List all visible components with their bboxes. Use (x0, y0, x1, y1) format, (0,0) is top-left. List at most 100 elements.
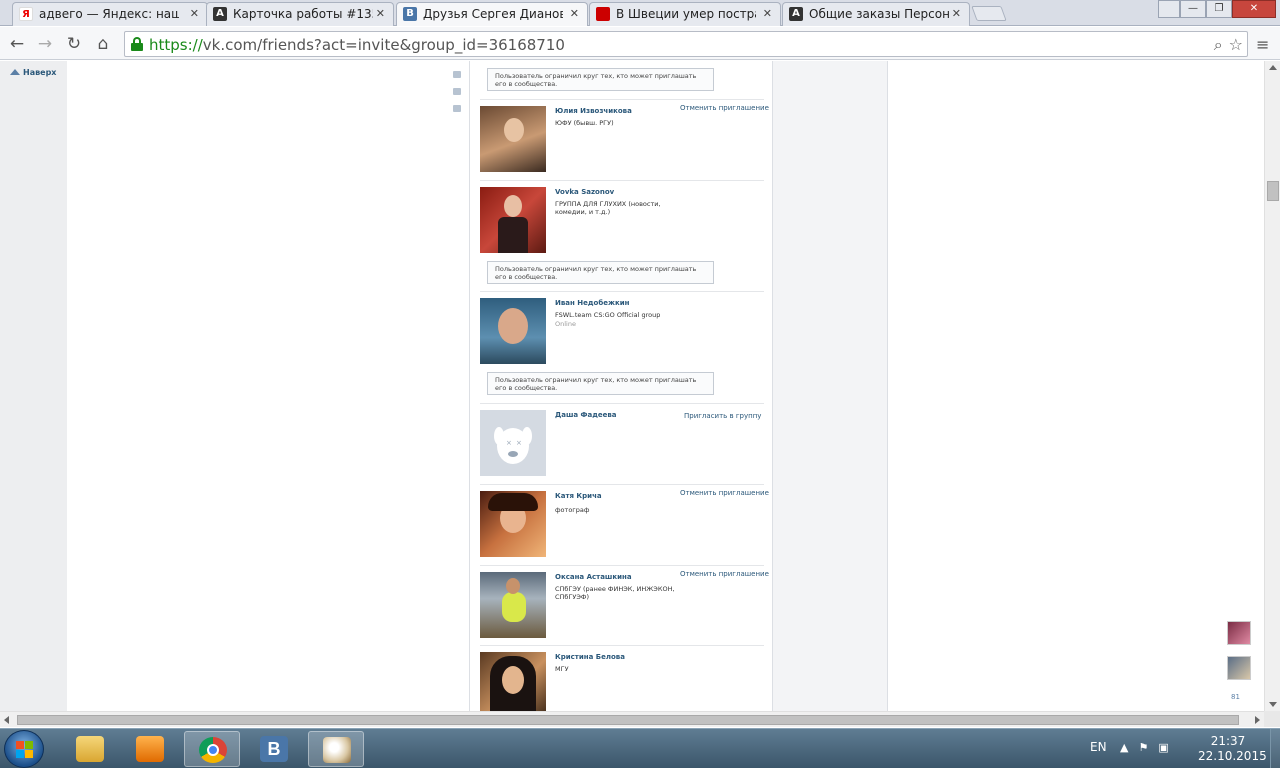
friend-subtitle: FSWL.team CS:GO Official group (555, 311, 661, 319)
friend-subtitle: ГРУППА ДЛЯ ГЛУХИХ (новости, комедии, и т… (555, 200, 661, 216)
taskbar-media-player[interactable] (122, 731, 178, 767)
comment-icon[interactable] (453, 88, 461, 95)
page-viewport: Наверх Пользователь ограничил круг тех, … (0, 61, 1264, 711)
vk-icon: B (260, 736, 288, 762)
friend-name[interactable]: Оксана Асташкина (555, 573, 632, 581)
to-top-gutter[interactable]: Наверх (0, 61, 67, 711)
avatar[interactable] (480, 187, 546, 253)
scroll-right-icon[interactable] (1255, 716, 1260, 724)
to-top-link[interactable]: Наверх (10, 68, 56, 77)
friends-list: Пользователь ограничил круг тех, кто мож… (469, 61, 773, 711)
tab-yandex[interactable]: Я адвего — Яндекс: нашло ✕ (12, 2, 208, 26)
back-button[interactable]: ← (6, 33, 28, 55)
tab-title: адвего — Яндекс: нашло (39, 7, 179, 21)
svg-text:×: × (506, 439, 512, 447)
cancel-invite-link[interactable]: Отменить приглашение (680, 570, 769, 578)
avatar[interactable] (480, 652, 546, 711)
avatar[interactable] (480, 572, 546, 638)
taskbar-paint[interactable] (308, 731, 364, 767)
chat-online-count[interactable]: 81 (1231, 693, 1240, 701)
tray-expand-icon[interactable]: ▲ (1120, 741, 1128, 754)
friend-row: Иван Недобежкин FSWL.team CS:GO Official… (480, 292, 764, 404)
reload-button[interactable]: ↻ (63, 33, 85, 55)
taskbar-explorer[interactable] (62, 731, 118, 767)
horizontal-scrollbar[interactable] (0, 711, 1264, 727)
chat-avatar[interactable] (1227, 656, 1251, 680)
menu-icon[interactable]: ≡ (1256, 35, 1272, 54)
scroll-up-icon[interactable] (1269, 65, 1277, 70)
search-icon[interactable]: ⌕ (1214, 35, 1223, 55)
clock-time: 21:37 (1210, 734, 1246, 748)
friend-row: × × Даша Фадеева Пригласить в группу (480, 404, 764, 485)
restricted-notice: Пользователь ограничил круг тех, кто мож… (487, 68, 714, 91)
windows-logo-icon (16, 741, 34, 759)
close-tab-icon[interactable]: ✕ (570, 7, 579, 20)
avatar[interactable] (480, 106, 546, 172)
browser-toolbar: ← → ↻ ⌂ https://vk.com/friends?act=invit… (0, 27, 1280, 60)
home-button[interactable]: ⌂ (92, 33, 114, 55)
close-tab-icon[interactable]: ✕ (763, 7, 772, 20)
friend-subtitle: ЮФУ (бывш. РГУ) (555, 119, 614, 127)
folder-icon (76, 736, 104, 762)
cancel-invite-link[interactable]: Отменить приглашение (680, 104, 769, 112)
forward-button[interactable]: → (34, 33, 56, 55)
side-icon-column (453, 71, 463, 122)
advego-icon: A (213, 7, 227, 21)
avatar[interactable] (480, 298, 546, 364)
show-desktop-button[interactable] (1270, 729, 1280, 768)
window-controls: — ❐ ✕ (1158, 0, 1276, 18)
message-icon[interactable] (453, 71, 461, 78)
invite-to-group-link[interactable]: Пригласить в группу (684, 412, 761, 420)
network-icon[interactable]: ▣ (1158, 741, 1168, 754)
browser-tabstrip: Я адвего — Яндекс: нашло ✕ A Карточка ра… (0, 0, 1280, 26)
vertical-scrollbar[interactable] (1264, 61, 1280, 711)
media-player-icon (136, 736, 164, 762)
close-window-button[interactable]: ✕ (1232, 0, 1276, 18)
paint-icon (323, 737, 351, 763)
friend-name[interactable]: Юлия Извозчикова (555, 107, 632, 115)
scroll-thumb[interactable] (17, 715, 1239, 725)
settings-icon[interactable] (453, 105, 461, 112)
system-tray: ▲ ⚑ ▣ (1120, 741, 1169, 754)
maximize-button[interactable]: ❐ (1206, 0, 1232, 18)
close-tab-icon[interactable]: ✕ (952, 7, 961, 20)
chat-avatar[interactable] (1227, 621, 1251, 645)
tab-news[interactable]: В Швеции умер пострада ✕ (589, 2, 781, 26)
friend-name[interactable]: Иван Недобежкин (555, 299, 629, 307)
tab-advego-card[interactable]: A Карточка работы #13502 ✕ (206, 2, 394, 26)
action-center-flag-icon[interactable]: ⚑ (1138, 741, 1148, 754)
language-indicator[interactable]: EN (1090, 740, 1107, 754)
lock-icon (131, 37, 143, 51)
tab-vk-friends[interactable]: B Друзья Сергея Дианова ✕ (396, 2, 588, 26)
friend-name[interactable]: Кристина Белова (555, 653, 625, 661)
friend-row: Кристина Белова МГУ (480, 646, 764, 711)
advego-icon: A (789, 7, 803, 21)
friend-name[interactable]: Даша Фадеева (555, 411, 617, 419)
avatar[interactable] (480, 491, 546, 557)
scroll-thumb[interactable] (1267, 181, 1279, 201)
scroll-left-icon[interactable] (4, 716, 9, 724)
user-icon[interactable] (1158, 0, 1180, 18)
bookmark-star-icon[interactable]: ☆ (1229, 35, 1243, 55)
vk-icon: B (403, 7, 417, 21)
tab-advego-orders[interactable]: A Общие заказы Персонал ✕ (782, 2, 970, 26)
minimize-button[interactable]: — (1180, 0, 1206, 18)
start-button[interactable] (4, 730, 44, 768)
address-bar[interactable]: https://vk.com/friends?act=invite&group_… (124, 31, 1248, 57)
taskbar-chrome[interactable] (184, 731, 240, 767)
close-tab-icon[interactable]: ✕ (190, 7, 199, 20)
close-tab-icon[interactable]: ✕ (376, 7, 385, 20)
system-clock[interactable]: 21:37 22.10.2015 (1198, 734, 1267, 764)
windows-taskbar: B EN ▲ ⚑ ▣ 21:37 22.10.2015 (0, 728, 1280, 768)
online-status: Online (555, 320, 576, 328)
new-tab-button[interactable] (971, 6, 1007, 21)
default-avatar[interactable]: × × (480, 410, 546, 476)
cancel-invite-link[interactable]: Отменить приглашение (680, 489, 769, 497)
url-text[interactable]: https://vk.com/friends?act=invite&group_… (149, 36, 565, 54)
friend-name[interactable]: Катя Крича (555, 492, 602, 500)
scroll-down-icon[interactable] (1269, 702, 1277, 707)
tab-title: Общие заказы Персонал (809, 7, 949, 21)
friend-name[interactable]: Vovka Sazonov (555, 188, 614, 196)
friend-subtitle: фотограф (555, 506, 590, 514)
taskbar-vk[interactable]: B (246, 731, 302, 767)
